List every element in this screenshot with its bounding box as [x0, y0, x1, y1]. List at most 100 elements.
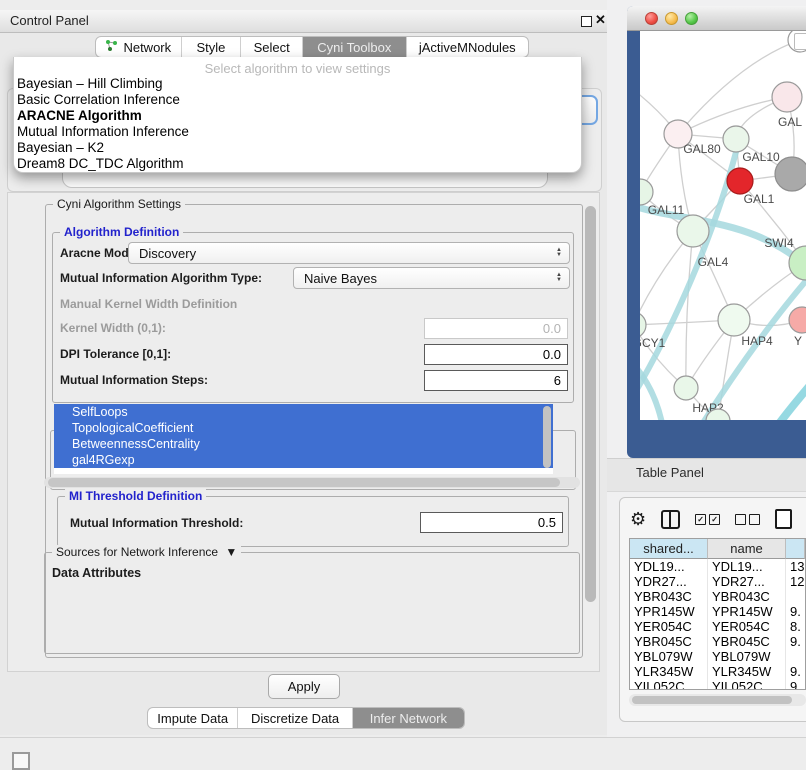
table-cell: YBR045C — [708, 634, 786, 649]
control-panel-tabs: Network Style Select Cyni Toolbox jActiveMNo… — [95, 36, 529, 58]
stepper-arrows-icon: ▲▼ — [556, 273, 562, 283]
kernel-width-field[interactable]: 0.0 — [424, 318, 568, 339]
algorithm-option[interactable]: ARACNE Algorithm — [14, 108, 581, 124]
node-label: HAP4 — [741, 334, 773, 348]
column-header-2[interactable] — [786, 539, 805, 559]
table-cell: YLR345W — [708, 664, 786, 679]
tab-jactivemnodules[interactable]: jActiveMNodules — [407, 37, 528, 57]
control-panel: Control Panel ✕ NetworkStyleSelectCyni T… — [0, 10, 608, 735]
network-node-gal10[interactable] — [723, 126, 749, 152]
stepper-arrows-icon: ▲▼ — [556, 248, 562, 258]
network-node-gcy1[interactable] — [640, 312, 646, 338]
deselect-all-icon[interactable] — [735, 514, 760, 525]
attribute-item[interactable]: gal4RGexp — [54, 452, 553, 468]
network-node-gal4[interactable] — [677, 215, 709, 247]
select-all-icon[interactable]: ✓✓ — [695, 514, 720, 525]
network-edge-thick[interactable] — [640, 152, 736, 401]
network-edge-thick[interactable] — [778, 383, 806, 420]
apply-button-label: Apply — [288, 679, 321, 694]
table-row[interactable]: YDR27...YDR27...12 — [630, 574, 805, 589]
apply-button[interactable]: Apply — [268, 674, 340, 699]
table-cell: YPR145W — [630, 604, 708, 619]
network-node-gal[interactable] — [772, 82, 802, 112]
tab-network[interactable]: Network — [96, 37, 182, 57]
table-cell: YBR045C — [630, 634, 708, 649]
tab-style[interactable]: Style — [182, 37, 242, 57]
algorithm-option[interactable]: Dream8 DC_TDC Algorithm — [14, 156, 581, 172]
sources-title-text: Sources for Network Inference — [56, 545, 218, 559]
tab-cyni-toolbox[interactable]: Cyni Toolbox — [303, 37, 407, 57]
mi-threshold-field[interactable]: 0.5 — [420, 512, 563, 533]
node-label: GAL1 — [744, 192, 775, 206]
network-window-titlebar[interactable] — [627, 6, 806, 31]
column-header-1[interactable]: name — [708, 539, 786, 559]
minimize-traffic-light-icon[interactable] — [665, 12, 678, 25]
network-edge-thick[interactable] — [698, 276, 806, 420]
network-node-gal1[interactable] — [727, 168, 753, 194]
network-node-hap2[interactable] — [674, 376, 698, 400]
table-panel-title: Table Panel — [636, 465, 704, 480]
tab-impute-data[interactable]: Impute Data — [148, 708, 238, 728]
aracne-mode-combo[interactable]: Discovery ▲▼ — [128, 242, 570, 264]
table-row[interactable]: YBL079WYBL079W — [630, 649, 805, 664]
algorithm-option[interactable]: Mutual Information Inference — [14, 124, 581, 140]
table-cell: 9. — [786, 604, 805, 619]
table-row[interactable]: YDL19...YDL19...13 — [630, 559, 805, 574]
sources-group-title[interactable]: Sources for Network Inference ▼ — [52, 545, 241, 559]
algorithm-option[interactable]: Basic Correlation Inference — [14, 92, 581, 108]
aracne-mode-value: Discovery — [139, 246, 196, 261]
network-node-y[interactable] — [789, 307, 806, 333]
table-row[interactable]: YLR345WYLR345W9. — [630, 664, 805, 679]
settings-horizontal-scrollbar[interactable] — [48, 478, 560, 487]
dpi-tolerance-field[interactable]: 0.0 — [424, 344, 568, 365]
tab-infer-network[interactable]: Infer Network — [353, 708, 464, 728]
zoom-traffic-light-icon[interactable] — [685, 12, 698, 25]
table-cell: 12 — [786, 574, 805, 589]
manual-kernel-label: Manual Kernel Width Definition — [60, 297, 237, 311]
mi-steps-field[interactable]: 6 — [424, 370, 568, 391]
tab-label: Cyni Toolbox — [317, 40, 391, 55]
column-header-0[interactable]: shared... — [630, 539, 708, 559]
tab-select[interactable]: Select — [241, 37, 303, 57]
network-node[interactable] — [775, 157, 806, 191]
network-edge[interactable] — [686, 231, 693, 388]
table-cell — [786, 649, 805, 664]
dropdown-items: Bayesian – Hill ClimbingBasic Correlatio… — [14, 76, 581, 172]
node-label: GAL11 — [648, 203, 685, 217]
tab-label: Select — [254, 40, 290, 55]
attribute-item[interactable]: BetweennessCentrality — [54, 436, 553, 452]
node-label: GAL80 — [683, 142, 721, 156]
attribute-item[interactable]: TopologicalCoefficient — [54, 420, 553, 436]
network-node-gal11[interactable] — [640, 179, 653, 205]
table-row[interactable]: YPR145WYPR145W9. — [630, 604, 805, 619]
network-node-hap4[interactable] — [718, 304, 750, 336]
dpi-tolerance-label: DPI Tolerance [0,1]: — [60, 347, 171, 361]
mi-type-combo[interactable]: Naive Bayes ▲▼ — [293, 267, 570, 289]
tab-label: Discretize Data — [251, 711, 339, 726]
table-row[interactable]: YBR043CYBR043C — [630, 589, 805, 604]
gear-icon[interactable]: ⚙ — [630, 510, 646, 528]
tab-label: Style — [197, 40, 226, 55]
table-row[interactable]: YER054CYER054C8. — [630, 619, 805, 634]
table-row[interactable]: YIL052CYIL052C9. — [630, 679, 805, 690]
split-columns-icon[interactable] — [661, 510, 680, 529]
network-canvas[interactable]: GALGAL80GAL10GAL1GAL11GAL4SWI4GCY1HAP4YH… — [640, 31, 806, 420]
table-horizontal-scrollbar[interactable] — [632, 696, 792, 704]
attribute-item[interactable]: SelfLoops — [54, 404, 553, 420]
table-row[interactable]: YBR045CYBR045C9. — [630, 634, 805, 649]
document-icon[interactable] — [775, 509, 792, 529]
mi-type-label: Mutual Information Algorithm Type: — [60, 271, 262, 285]
attributes-scrollbar[interactable] — [543, 406, 551, 468]
node-label: Y — [794, 334, 802, 348]
table-cell: YPR145W — [708, 604, 786, 619]
float-panel-icon[interactable] — [581, 16, 592, 27]
network-view-window: GALGAL80GAL10GAL1GAL11GAL4SWI4GCY1HAP4YH… — [627, 6, 806, 458]
close-icon[interactable]: ✕ — [595, 12, 606, 28]
algorithm-option[interactable]: Bayesian – Hill Climbing — [14, 76, 581, 92]
settings-vertical-scrollbar[interactable] — [585, 206, 596, 602]
close-traffic-light-icon[interactable] — [645, 12, 658, 25]
algorithm-option[interactable]: Bayesian – K2 — [14, 140, 581, 156]
tab-discretize-data[interactable]: Discretize Data — [238, 708, 352, 728]
table-cell: YDR27... — [630, 574, 708, 589]
docked-panel-icon[interactable] — [12, 752, 30, 770]
